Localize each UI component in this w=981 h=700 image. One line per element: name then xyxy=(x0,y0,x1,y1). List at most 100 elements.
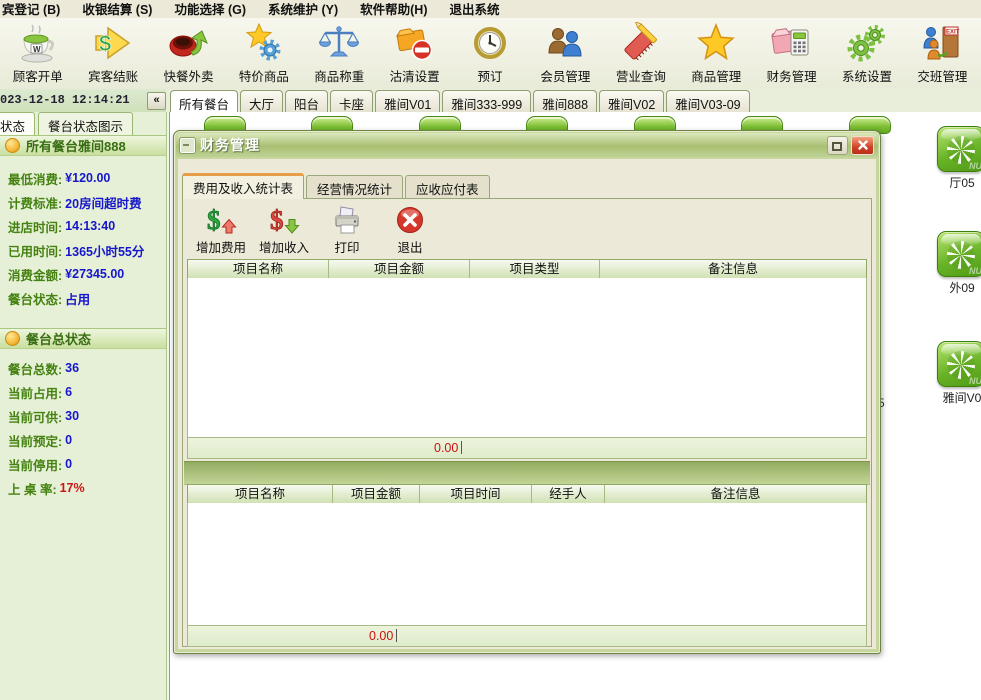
menu-bar: 宾登记 (B) 收银结算 (S) 功能选择 (G) 系统维护 (Y) 软件帮助(… xyxy=(0,0,981,19)
dialog-title: 财务管理 xyxy=(200,135,827,155)
scale-icon xyxy=(317,21,361,65)
svg-text:$: $ xyxy=(207,205,221,235)
status-sidebar: 状态 餐台状态图示 所有餐台雅间888 最低消费: ¥120.00 计费标准: … xyxy=(0,112,166,700)
tool-label: 增加收入 xyxy=(259,237,309,256)
toolbar-reservation[interactable]: 预订 xyxy=(452,18,527,89)
row-label: 已用时间: xyxy=(8,241,62,260)
row-label: 上 桌 率: xyxy=(8,479,57,498)
column-header[interactable]: 备注信息 xyxy=(600,260,866,279)
table-icon-room-v[interactable]: NU xyxy=(937,341,981,387)
dialog-tabs: 费用及收入统计表 经营情况统计 应收应付表 xyxy=(182,173,492,198)
star-gear-icon xyxy=(242,21,286,65)
dialog-tab-panel: $ 增加费用 $ 增加收入 xyxy=(182,198,872,647)
minimize-button[interactable] xyxy=(827,136,848,155)
toolbar-open-order[interactable]: W 顾客开单 xyxy=(0,18,75,89)
exit-button[interactable]: 退出 xyxy=(382,204,438,256)
column-header[interactable]: 项目类型 xyxy=(470,260,600,279)
expense-total-value: 0.00 xyxy=(434,441,458,455)
toolbar-label: 特价商品 xyxy=(239,66,289,85)
menu-item-cashier[interactable]: 收银结算 (S) xyxy=(71,0,163,20)
info-row-checkin-time: 进店时间: 14:13:40 xyxy=(0,214,166,238)
watermark: NU xyxy=(969,266,981,276)
folder-block-icon xyxy=(393,21,437,65)
row-value: 17% xyxy=(60,481,85,495)
tool-label: 打印 xyxy=(334,237,359,256)
row-label: 消费金额: xyxy=(8,265,62,284)
close-button[interactable] xyxy=(851,136,874,155)
expense-table-body xyxy=(187,278,867,437)
column-header[interactable]: 项目名称 xyxy=(188,260,329,279)
menu-item-help[interactable]: 软件帮助(H) xyxy=(349,0,438,20)
dialog-tab-receivable-payable[interactable]: 应收应付表 xyxy=(405,175,490,198)
row-label: 当前占用: xyxy=(8,383,62,402)
svg-text:$: $ xyxy=(270,205,284,235)
exit-circle-icon xyxy=(394,204,426,236)
expense-table-header: 项目名称 项目金额 项目类型 备注信息 xyxy=(187,259,867,280)
column-header[interactable]: 项目名称 xyxy=(188,485,333,504)
menu-item-functions[interactable]: 功能选择 (G) xyxy=(163,0,257,20)
printer-icon xyxy=(331,204,363,236)
shutter-swirl-icon xyxy=(947,241,975,269)
menu-item-maintenance[interactable]: 系统维护 (Y) xyxy=(257,0,349,20)
income-table-header: 项目名称 项目金额 项目时间 经手人 备注信息 xyxy=(187,484,867,505)
add-expense-button[interactable]: $ 增加费用 xyxy=(193,204,249,256)
watermark: NU xyxy=(969,376,981,386)
column-header[interactable]: 备注信息 xyxy=(605,485,866,504)
tool-label: 退出 xyxy=(397,237,422,256)
row-value: 30 xyxy=(65,409,79,423)
toolbar-special-items[interactable]: 特价商品 xyxy=(226,18,301,89)
row-label: 当前停用: xyxy=(8,455,62,474)
row-label: 进店时间: xyxy=(8,217,62,236)
table-icon-out09[interactable]: NU xyxy=(937,231,981,277)
dollar-arrow-icon: $ xyxy=(91,21,135,65)
toolbar-product-management[interactable]: 商品管理 xyxy=(679,18,754,89)
column-header[interactable]: 项目时间 xyxy=(420,485,532,504)
dialog-system-icon xyxy=(180,138,195,153)
toolbar-label: 交班管理 xyxy=(917,66,967,85)
column-header[interactable]: 项目金额 xyxy=(333,485,420,504)
dialog-tab-business-stats[interactable]: 经营情况统计 xyxy=(306,175,403,198)
dialog-titlebar[interactable]: 财务管理 xyxy=(176,133,878,157)
menu-item-guest-register[interactable]: 宾登记 (B) xyxy=(0,0,71,20)
column-header[interactable]: 经手人 xyxy=(532,485,605,504)
add-expense-icon: $ xyxy=(205,204,237,236)
toolbar-label: 财务管理 xyxy=(767,66,817,85)
collapse-sidebar-button[interactable]: « xyxy=(147,92,166,110)
toolbar-label: 商品称重 xyxy=(314,66,364,85)
summary-row-total: 餐台总数: 36 xyxy=(0,356,166,380)
toolbar-label: 商品管理 xyxy=(691,66,741,85)
toolbar-shift-management[interactable]: EXIT 交班管理 xyxy=(905,18,980,89)
toolbar-system-settings[interactable]: 系统设置 xyxy=(829,18,904,89)
toolbar-finance-management[interactable]: 财务管理 xyxy=(754,18,829,89)
print-button[interactable]: 打印 xyxy=(319,204,375,256)
toolbar-business-query[interactable]: 营业查询 xyxy=(603,18,678,89)
summary-title: 餐台总状态 xyxy=(26,329,91,348)
row-value: 0 xyxy=(65,457,72,471)
text-caret xyxy=(396,629,397,642)
orange-ball-icon xyxy=(5,138,20,153)
row-label: 当前可供: xyxy=(8,407,62,426)
toolbar-soldout-settings[interactable]: 沽清设置 xyxy=(377,18,452,89)
table-info-header: 所有餐台雅间888 xyxy=(0,135,166,156)
dialog-tab-expense-income[interactable]: 费用及收入统计表 xyxy=(182,173,304,199)
add-income-button[interactable]: $ 增加收入 xyxy=(256,204,312,256)
toolbar-takeout[interactable]: 快餐外卖 xyxy=(151,18,226,89)
row-label: 计费标准: xyxy=(8,193,62,212)
row-label: 餐台状态: xyxy=(8,289,62,308)
column-header[interactable]: 项目金额 xyxy=(329,260,470,279)
toolbar-weighing[interactable]: 商品称重 xyxy=(302,18,377,89)
star-icon xyxy=(694,21,738,65)
info-row-billing-standard: 计费标准: 20房间超时费 xyxy=(0,190,166,214)
menu-item-exit[interactable]: 退出系统 xyxy=(439,0,511,20)
table-icon-hall05[interactable]: NU xyxy=(937,126,981,172)
income-total-value: 0.00 xyxy=(369,629,393,643)
text-caret xyxy=(461,441,462,454)
clock-icon xyxy=(468,21,512,65)
row-label: 餐台总数: xyxy=(8,359,62,378)
sidebar-tabs: 状态 餐台状态图示 xyxy=(0,112,166,135)
summary-header: 餐台总状态 xyxy=(0,328,166,349)
toolbar-checkout[interactable]: $ 宾客结账 xyxy=(75,18,150,89)
income-table-body xyxy=(187,503,867,625)
row-value: 20房间超时费 xyxy=(65,193,141,212)
toolbar-members[interactable]: 会员管理 xyxy=(528,18,603,89)
